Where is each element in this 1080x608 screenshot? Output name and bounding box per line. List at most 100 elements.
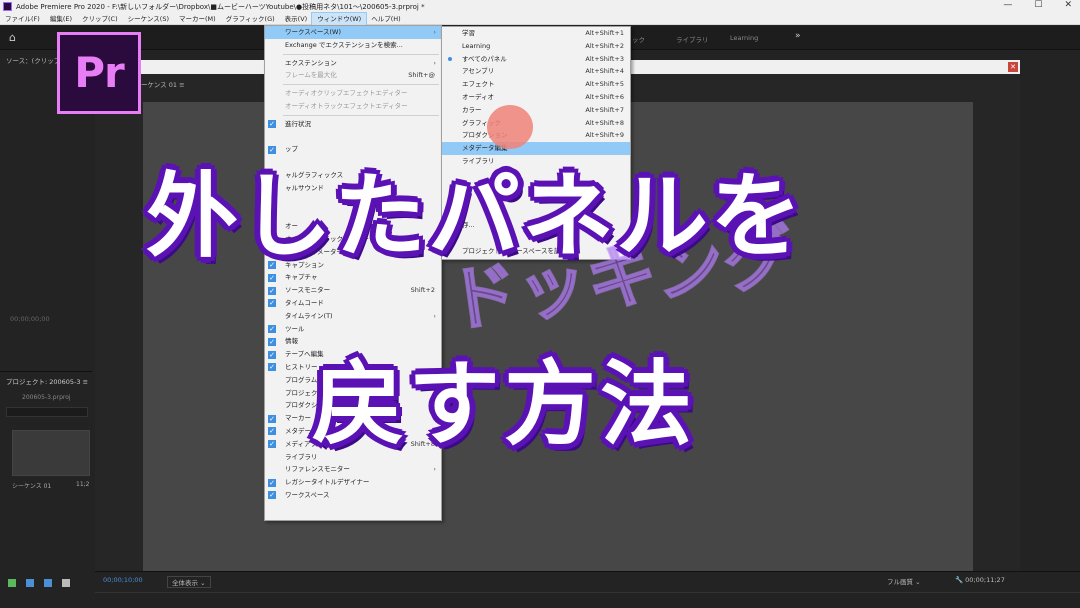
shortcut-label: Alt+Shift+3 xyxy=(585,54,624,63)
close-icon[interactable]: ✕ xyxy=(1008,62,1018,72)
selected-dot-icon xyxy=(448,57,452,62)
project-search-input[interactable] xyxy=(6,407,88,417)
menu-window[interactable]: ウィンドウ(W) xyxy=(311,11,368,26)
workspace_menu-item[interactable]: カラー Alt+Shift+7 xyxy=(442,104,630,117)
checkmark-icon: ✓ xyxy=(268,286,276,295)
checkmark-icon: ✓ xyxy=(268,491,276,500)
window_menu-item[interactable]: ✓ ソースモニター Shift+2 xyxy=(265,284,441,297)
project-file-name: 200605-3.prproj xyxy=(22,394,71,401)
chevron-right-icon: › xyxy=(433,311,436,320)
window_menu-item-label: ソースモニター xyxy=(285,286,331,295)
menu-help[interactable]: ヘルプ(H) xyxy=(366,13,405,25)
menu-view[interactable]: 表示(V) xyxy=(280,13,313,25)
window_menu-item[interactable]: ✓ タイムコード xyxy=(265,297,441,310)
icon-view-icon[interactable] xyxy=(44,579,52,587)
window_menu-item[interactable]: ✓ 進行状況 xyxy=(265,118,441,131)
window_menu-item[interactable]: Exchange でエクステンションを検索... xyxy=(265,39,441,52)
shortcut-label: Alt+Shift+8 xyxy=(585,118,624,127)
freeform-view-icon[interactable] xyxy=(62,579,70,587)
workspace_menu-item[interactable]: 学習 Alt+Shift+1 xyxy=(442,27,630,40)
window_menu-item[interactable]: エクステンション › xyxy=(265,57,441,70)
source-timecode[interactable]: 00;00;00;00 xyxy=(10,315,50,323)
workspace-tab-editing[interactable]: ック xyxy=(632,34,645,44)
menu-separator xyxy=(283,84,439,86)
program-controls: 00;00;10;00 全体表示 ⌄ フル画質 ⌄ 🔧 00;00;11;27 xyxy=(95,571,1080,608)
workspace-tab-libraries[interactable]: ライブラリ xyxy=(676,34,709,44)
program-sequence-tab[interactable]: ーケンス 01 ≡ xyxy=(141,79,185,89)
checkmark-icon: ✓ xyxy=(268,350,276,359)
project-tab-label: プロジェクト: 200605-3 xyxy=(6,378,81,386)
menu-separator xyxy=(283,114,439,116)
checkmark-icon: ✓ xyxy=(268,440,276,449)
shortcut-label: Alt+Shift+2 xyxy=(585,41,624,50)
home-icon[interactable]: ⌂ xyxy=(9,32,21,44)
window_menu-item[interactable]: ワークスペース(W) › xyxy=(265,26,441,39)
quality-select-value: フル画質 xyxy=(887,578,913,586)
menu-graphics[interactable]: グラフィック(G) xyxy=(221,13,280,25)
workspace_menu-item[interactable]: オーディオ Alt+Shift+6 xyxy=(442,91,630,104)
chevron-right-icon: › xyxy=(433,58,436,67)
window_menu-item-label: ワークスペース(W) xyxy=(285,28,342,36)
shortcut-label: Alt+Shift+7 xyxy=(585,105,624,114)
checkmark-icon: ✓ xyxy=(268,299,276,308)
window_menu-item-label: ワークスペース xyxy=(285,490,330,499)
chevron-right-icon: › xyxy=(433,465,436,474)
menu-marker[interactable]: マーカー(M) xyxy=(174,13,221,25)
checkmark-icon: ✓ xyxy=(268,414,276,423)
window_menu-item: オーディオクリップエフェクトエディター xyxy=(265,87,441,100)
menu-file[interactable]: ファイル(F) xyxy=(0,13,45,25)
window_menu-item-label: Exchange でエクステンションを検索... xyxy=(285,40,403,49)
panel-menu-icon[interactable]: ≡ xyxy=(83,378,88,386)
project-tab[interactable]: プロジェクト: 200605-3 ≡ xyxy=(6,376,88,386)
window-title: Adobe Premiere Pro 2020 - F:\新しいフォルダー\Dr… xyxy=(16,2,425,11)
playhead-timecode[interactable]: 00;00;10;00 xyxy=(103,576,143,584)
window_menu-item-label: リファレンスモニター xyxy=(285,465,350,474)
premiere-app-icon xyxy=(3,2,12,11)
tool-panel xyxy=(0,571,92,608)
zoom-select[interactable]: 全体表示 ⌄ xyxy=(167,576,211,588)
window_menu-item-label: エクステンション xyxy=(285,58,337,67)
window_menu-item-label: オーディオクリップエフェクトエディター xyxy=(285,89,408,98)
shortcut-label: Alt+Shift+6 xyxy=(585,92,624,101)
sequence-thumbnail[interactable] xyxy=(12,430,90,476)
close-button[interactable]: ✕ xyxy=(1064,0,1072,10)
quality-select[interactable]: フル画質 ⌄ xyxy=(887,576,921,586)
checkmark-icon: ✓ xyxy=(268,325,276,334)
menu-sequence[interactable]: シーケンス(S) xyxy=(123,13,174,25)
workspace_menu-item[interactable]: プロダクション Alt+Shift+9 xyxy=(442,129,630,142)
workspace_menu-item-label: エフェクト xyxy=(462,80,495,89)
maximize-button[interactable]: ☐ xyxy=(1034,0,1042,10)
menu-edit[interactable]: 編集(E) xyxy=(45,13,77,25)
workspace_menu-item-label: アセンブリ xyxy=(462,67,495,76)
window_menu-item[interactable]: ✓ ワークスペース xyxy=(265,489,441,502)
workspace_menu-item[interactable]: グラフィック Alt+Shift+8 xyxy=(442,117,630,130)
workspace-tab-learning[interactable]: Learning xyxy=(730,34,758,42)
workspace_menu-item[interactable]: すべてのパネル Alt+Shift+3 xyxy=(442,53,630,66)
window_menu-item[interactable]: ✓ レガシータイトルデザイナー xyxy=(265,476,441,489)
checkmark-icon: ✓ xyxy=(268,478,276,487)
workspace-more-icon[interactable]: » xyxy=(795,31,801,41)
workspace_menu-item[interactable]: アセンブリ Alt+Shift+4 xyxy=(442,65,630,78)
pen-tool-icon[interactable] xyxy=(8,579,16,587)
duration-timecode-value: 00;00;11;27 xyxy=(965,576,1005,584)
list-view-icon[interactable] xyxy=(26,579,34,587)
source-tab[interactable]: ソース：(クリップ xyxy=(6,55,60,65)
menu-clip[interactable]: クリップ(C) xyxy=(77,13,123,25)
workspace_menu-item[interactable]: エフェクト Alt+Shift+5 xyxy=(442,78,630,91)
wrench-icon[interactable]: 🔧 xyxy=(955,576,963,584)
chevron-down-icon: ⌄ xyxy=(200,579,206,587)
window_menu-item[interactable]: タイムライン(T) › xyxy=(265,310,441,323)
window_menu-item-label: オーディオトラックエフェクトエディター xyxy=(285,101,408,110)
workspace_menu-item[interactable]: Learning Alt+Shift+2 xyxy=(442,40,630,53)
title-line-2: 戻す方法 xyxy=(310,350,697,460)
checkmark-icon: ✓ xyxy=(268,273,276,282)
window_menu-item-label: マーカー xyxy=(285,414,311,423)
time-ruler[interactable] xyxy=(95,592,1080,602)
minimize-button[interactable]: — xyxy=(1003,0,1012,10)
checkmark-icon: ✓ xyxy=(268,120,276,129)
window_menu-item-label: 情報 xyxy=(285,337,298,346)
title-line-1: 外したパネルを xyxy=(144,162,805,272)
workspace_menu-item-label: すべてのパネル xyxy=(462,54,507,63)
panel-menu-icon[interactable]: ≡ xyxy=(179,81,184,89)
window_menu-item[interactable]: リファレンスモニター › xyxy=(265,463,441,476)
